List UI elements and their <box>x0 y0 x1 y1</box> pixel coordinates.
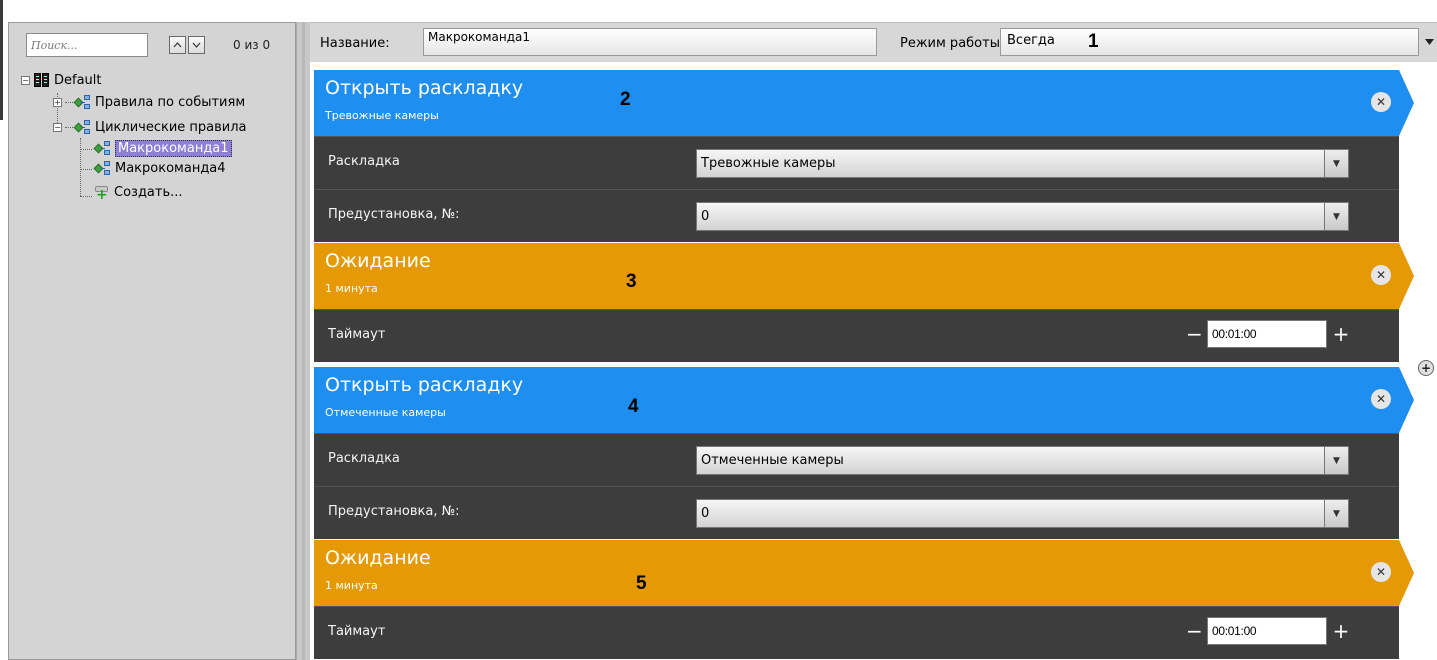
name-label: Название: <box>320 36 390 51</box>
rules-tree-panel: 0 из 0 − Default + Правила по событиям − <box>8 22 296 660</box>
collapse-icon[interactable]: − <box>53 123 62 132</box>
callout-marker: 2 <box>620 89 631 110</box>
rule-icon <box>73 94 93 110</box>
tree-item-macro1[interactable]: Макрокоманда1 <box>93 139 232 157</box>
tree-item-event-rules[interactable]: Правила по событиям <box>73 93 245 111</box>
plus-icon[interactable]: + <box>1332 322 1350 348</box>
tree-line <box>80 196 92 197</box>
triangle-down-icon[interactable] <box>1420 28 1437 56</box>
mode-label: Режим работы <box>900 36 1000 51</box>
tree-item-label: Циклические правила <box>95 119 247 135</box>
tree-line <box>65 102 73 103</box>
minus-icon[interactable]: − <box>1186 619 1203 645</box>
step-subtitle: 1 минута <box>325 282 378 295</box>
triangle-down-icon[interactable]: ▼ <box>1324 446 1349 475</box>
expand-icon[interactable]: + <box>53 98 62 107</box>
param-row-timeout: Таймаут − + <box>314 309 1399 362</box>
preset-select[interactable]: 0 <box>696 499 1347 528</box>
search-input[interactable] <box>26 33 148 57</box>
search-bar: 0 из 0 <box>26 33 276 57</box>
step-title: Открыть раскладку <box>325 77 524 99</box>
preset-select[interactable]: 0 <box>696 202 1347 231</box>
param-label: Предустановка, №: <box>328 207 460 222</box>
macro-steps: Открыть раскладку Тревожные камеры ✕ Рас… <box>314 70 1437 660</box>
layout-select[interactable]: Тревожные камеры <box>696 149 1347 178</box>
param-row-layout: Раскладка Отмеченные камеры ▼ <box>314 433 1399 486</box>
create-icon: + <box>95 186 108 203</box>
step-header-wait[interactable]: Ожидание 1 минута ✕ <box>314 540 1414 606</box>
param-label: Раскладка <box>328 451 400 466</box>
close-icon[interactable]: ✕ <box>1371 562 1391 582</box>
tree-item-label: Default <box>54 72 102 88</box>
callout-marker: 1 <box>1088 31 1099 52</box>
param-label: Раскладка <box>328 154 400 169</box>
triangle-down-icon[interactable]: ▼ <box>1324 202 1349 231</box>
timeout-input[interactable] <box>1207 320 1327 348</box>
layout-select[interactable]: Отмеченные камеры <box>696 446 1347 475</box>
combo-value: 0 <box>701 506 710 521</box>
tree-item-default[interactable]: Default <box>33 71 102 89</box>
triangle-down-icon[interactable]: ▼ <box>1324 149 1349 178</box>
mode-select-value: Всегда <box>1007 33 1055 48</box>
param-label: Таймаут <box>328 327 386 342</box>
server-icon <box>33 72 51 88</box>
triangle-down-icon[interactable]: ▼ <box>1324 499 1349 528</box>
tree-item-label: Макрокоманда4 <box>115 160 226 176</box>
tree-line <box>80 169 92 170</box>
mode-select[interactable]: Всегда <box>1000 28 1419 56</box>
timeout-input[interactable] <box>1207 617 1327 645</box>
step-subtitle: Тревожные камеры <box>325 109 439 122</box>
name-input[interactable] <box>423 28 877 56</box>
window-edge <box>0 0 3 120</box>
step-header-open-layout[interactable]: Открыть раскладку Отмеченные камеры ✕ <box>314 367 1414 433</box>
step-header-open-layout[interactable]: Открыть раскладку Тревожные камеры ✕ <box>314 70 1414 136</box>
rule-icon <box>73 119 93 135</box>
step-subtitle: 1 минута <box>325 579 378 592</box>
tree-line <box>80 149 92 150</box>
collapse-icon[interactable]: − <box>21 76 30 85</box>
param-label: Предустановка, №: <box>328 504 460 519</box>
step-title: Ожидание <box>325 547 431 569</box>
step-title: Открыть раскладку <box>325 374 524 396</box>
tree-line <box>80 138 81 196</box>
callout-marker: 5 <box>636 573 647 594</box>
close-icon[interactable]: ✕ <box>1371 389 1391 409</box>
minus-icon[interactable]: − <box>1186 322 1203 348</box>
tree-line <box>65 127 73 128</box>
param-row-layout: Раскладка Тревожные камеры ▼ <box>314 136 1399 189</box>
tree-item-label: Макрокоманда1 <box>115 139 232 157</box>
step-title: Ожидание <box>325 250 431 272</box>
param-label: Таймаут <box>328 624 386 639</box>
macro-icon <box>93 140 113 156</box>
combo-value: Отмеченные камеры <box>701 453 844 468</box>
macro-icon <box>93 160 113 176</box>
panel-splitter[interactable] <box>296 22 310 660</box>
macro-header-bar: Название: Режим работы Всегда <box>310 22 1437 62</box>
close-icon[interactable]: ✕ <box>1371 265 1391 285</box>
param-row-preset: Предустановка, №: 0 ▼ <box>314 189 1399 242</box>
chevron-up-icon[interactable] <box>169 36 186 54</box>
step-subtitle: Отмеченные камеры <box>325 406 446 419</box>
tree-item-label: Создать... <box>114 184 183 200</box>
close-icon[interactable]: ✕ <box>1371 92 1391 112</box>
chevron-down-icon[interactable] <box>188 36 205 54</box>
tree-item-macro4[interactable]: Макрокоманда4 <box>93 159 226 177</box>
tree-item-label: Правила по событиям <box>95 94 246 110</box>
param-row-timeout: Таймаут − + <box>314 606 1399 659</box>
callout-marker: 4 <box>628 396 639 417</box>
callout-marker: 3 <box>626 271 637 292</box>
plus-circle-icon[interactable]: + <box>1418 360 1434 376</box>
search-result-count: 0 из 0 <box>233 38 271 52</box>
combo-value: Тревожные камеры <box>701 156 836 171</box>
plus-icon[interactable]: + <box>1332 619 1350 645</box>
tree-item-cyclic-rules[interactable]: Циклические правила <box>73 118 247 136</box>
step-header-wait[interactable]: Ожидание 1 минута ✕ <box>314 243 1414 309</box>
combo-value: 0 <box>701 209 710 224</box>
tree-item-create[interactable]: + Создать... <box>93 183 183 203</box>
param-row-preset: Предустановка, №: 0 ▼ <box>314 486 1399 539</box>
